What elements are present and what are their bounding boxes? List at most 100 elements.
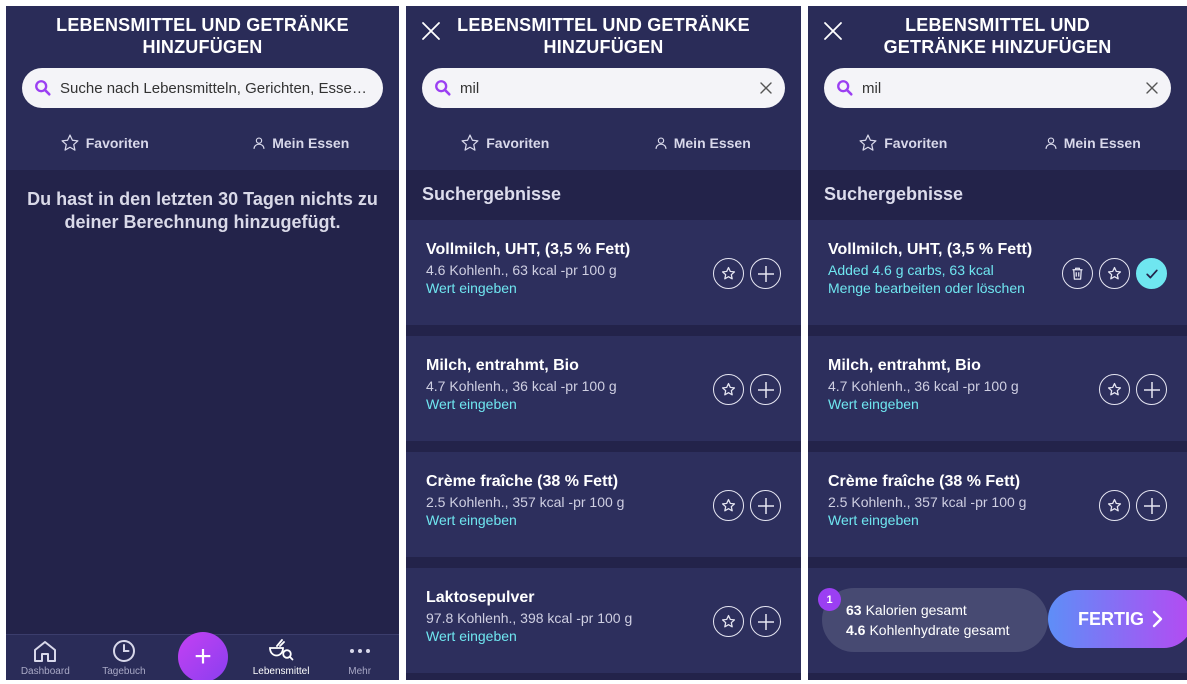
star-icon <box>721 266 736 280</box>
result-item[interactable]: Milch, entrahmt, Bio 4.7 Kohlenh., 36 kc… <box>406 336 801 441</box>
empty-state-message: Du hast in den letzten 30 Tagen nichts z… <box>27 189 378 232</box>
nav-food[interactable]: Lebensmittel <box>242 635 321 680</box>
user-icon <box>253 137 265 149</box>
star-icon <box>721 614 736 628</box>
done-label: FERTIG <box>1078 608 1144 629</box>
search-icon <box>837 80 853 96</box>
calories-value: 63 <box>846 602 862 618</box>
search-placeholder: Suche nach Lebensmitteln, Gerichten, Ess… <box>60 79 371 97</box>
plus-icon <box>757 497 774 514</box>
results-list: Vollmilch, UHT, (3,5 % Fett) 4.6 Kohlenh… <box>406 220 801 680</box>
carbs-label: Kohlenhydrate gesamt <box>869 622 1010 638</box>
result-name: Milch, entrahmt, Bio <box>426 357 579 374</box>
nav-diary[interactable]: Tagebuch <box>85 635 164 680</box>
result-item-added[interactable]: Vollmilch, UHT, (3,5 % Fett) Added 4.6 g… <box>808 220 1187 325</box>
plus-icon <box>757 613 774 630</box>
search-value: mil <box>460 79 480 97</box>
star-icon <box>1107 382 1122 396</box>
favorite-button[interactable] <box>713 606 744 637</box>
tab-favorites[interactable]: Favoriten <box>406 128 604 158</box>
result-item[interactable]: Milch, entrahmt, Bio 4.7 Kohlenh., 36 kc… <box>808 336 1187 441</box>
tab-bar: Favoriten Mein Essen <box>6 128 399 158</box>
nav-food-label: Lebensmittel <box>252 666 310 677</box>
result-name: Milch, entrahmt, Bio <box>828 357 981 374</box>
plus-icon <box>757 265 774 282</box>
tab-my-food[interactable]: Mein Essen <box>203 128 400 158</box>
search-input[interactable]: Suche nach Lebensmitteln, Gerichten, Ess… <box>22 68 383 108</box>
result-name: Crème fraîche (38 % Fett) <box>426 473 619 490</box>
tab-my-food-label: Mein Essen <box>272 135 350 151</box>
favorite-button[interactable] <box>1099 490 1130 521</box>
header: LEBENSMITTEL UND GETRÄNKE HINZUFÜGEN mil… <box>808 6 1187 170</box>
plus-icon <box>1143 381 1160 398</box>
add-button[interactable] <box>750 490 781 521</box>
header: LEBENSMITTEL UND GETRÄNKE HINZUFÜGEN mil… <box>406 6 801 170</box>
result-item[interactable]: Vollmilch, UHT, (3,5 % Fett) 4.6 Kohlenh… <box>406 220 801 325</box>
carbs-value: 4.6 <box>846 622 866 638</box>
add-button[interactable] <box>1136 374 1167 405</box>
check-icon <box>1145 269 1158 278</box>
star-icon <box>859 134 877 151</box>
star-icon <box>1107 498 1122 512</box>
tab-bar: Favoriten Mein Essen <box>406 128 801 158</box>
item-count-badge: 1 <box>818 588 841 611</box>
calories-label: Kalorien gesamt <box>865 602 967 618</box>
nav-more[interactable]: Mehr <box>320 635 399 680</box>
food-search-icon <box>269 639 294 661</box>
plus-icon: + <box>194 640 212 673</box>
clock-icon <box>112 640 135 662</box>
favorite-button[interactable] <box>1099 258 1130 289</box>
tab-favorites-label: Favoriten <box>884 135 948 151</box>
nav-dashboard[interactable]: Dashboard <box>6 635 85 680</box>
add-button[interactable] <box>750 258 781 289</box>
star-icon <box>721 382 736 396</box>
screen-item-added: LEBENSMITTEL UND GETRÄNKE HINZUFÜGEN mil… <box>808 6 1187 680</box>
tab-favorites-label: Favoriten <box>85 135 149 151</box>
section-title: Suchergebnisse <box>808 170 1187 220</box>
search-input[interactable]: mil <box>824 68 1171 108</box>
add-button[interactable] <box>750 606 781 637</box>
add-button[interactable] <box>1136 490 1167 521</box>
result-name: Vollmilch, UHT, (3,5 % Fett) <box>426 241 631 258</box>
screen-empty: LEBENSMITTEL UND GETRÄNKE HINZUFÜGEN Suc… <box>6 6 399 680</box>
result-item[interactable]: Crème fraîche (38 % Fett) 2.5 Kohlenh., … <box>808 452 1187 557</box>
tab-favorites-label: Favoriten <box>486 135 550 151</box>
favorite-button[interactable] <box>1099 374 1130 405</box>
nav-more-label: Mehr <box>348 666 372 677</box>
search-icon <box>35 80 51 96</box>
added-check-button[interactable] <box>1136 258 1167 289</box>
result-name: Crème fraîche (38 % Fett) <box>828 473 1021 490</box>
done-button[interactable]: FERTIG <box>1048 590 1187 648</box>
tab-my-food[interactable]: Mein Essen <box>998 128 1187 158</box>
tab-favorites[interactable]: Favoriten <box>6 128 203 158</box>
tab-favorites[interactable]: Favoriten <box>808 128 998 158</box>
tab-bar: Favoriten Mein Essen <box>808 128 1187 158</box>
add-fab-button[interactable]: + <box>178 632 228 680</box>
search-value: mil <box>862 79 882 97</box>
bottom-nav: Dashboard Tagebuch Lebensmittel Mehr + <box>6 632 399 680</box>
clear-icon[interactable] <box>1145 81 1159 95</box>
add-button[interactable] <box>750 374 781 405</box>
page-title: LEBENSMITTEL UND GETRÄNKE HINZUFÜGEN <box>457 15 750 57</box>
page-title: LEBENSMITTEL UND GETRÄNKE HINZUFÜGEN <box>883 15 1112 57</box>
star-icon <box>721 498 736 512</box>
carbs-total: 4.6 Kohlenhydrate gesamt <box>846 620 1048 640</box>
home-icon <box>34 641 57 662</box>
result-name: Vollmilch, UHT, (3,5 % Fett) <box>828 241 1033 258</box>
star-icon <box>61 134 79 151</box>
search-input[interactable]: mil <box>422 68 785 108</box>
result-item[interactable]: Crème fraîche (38 % Fett) 2.5 Kohlenh., … <box>406 452 801 557</box>
totals-summary: 63 Kalorien gesamt 4.6 Kohlenhydrate gesam… <box>822 588 1048 652</box>
section-title: Suchergebnisse <box>406 170 801 220</box>
favorite-button[interactable] <box>713 490 744 521</box>
plus-icon <box>757 381 774 398</box>
favorite-button[interactable] <box>713 258 744 289</box>
chevron-right-icon <box>1152 610 1163 628</box>
header: LEBENSMITTEL UND GETRÄNKE HINZUFÜGEN Suc… <box>6 6 399 170</box>
delete-button[interactable] <box>1062 258 1093 289</box>
result-item[interactable]: Laktosepulver 97.8 Kohlenh., 398 kcal -p… <box>406 568 801 673</box>
page-title: LEBENSMITTEL UND GETRÄNKE HINZUFÜGEN <box>56 15 349 57</box>
favorite-button[interactable] <box>713 374 744 405</box>
tab-my-food[interactable]: Mein Essen <box>604 128 802 158</box>
clear-icon[interactable] <box>759 81 773 95</box>
